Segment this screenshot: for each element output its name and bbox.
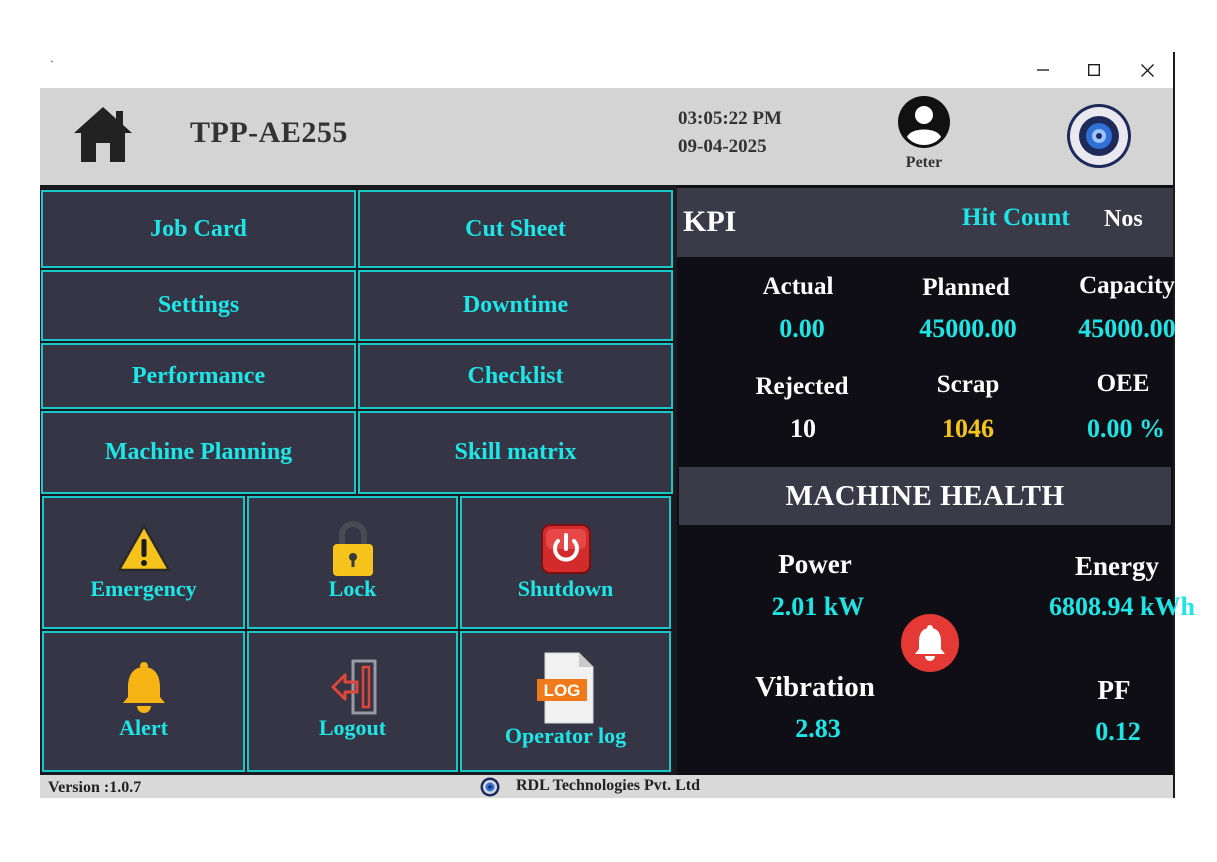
- energy-label: Energy: [1075, 551, 1159, 581]
- company-name: RDL Technologies Pvt. Ltd: [516, 777, 701, 794]
- machine-planning-button[interactable]: Machine Planning: [41, 411, 356, 494]
- kpi-panel: KPI Hit Count Nos Actual 0.00 Planned 45…: [677, 185, 1195, 775]
- power-off-icon: [540, 524, 591, 574]
- power-label: Power: [778, 549, 852, 579]
- scrap-label: Scrap: [936, 371, 1000, 398]
- user-avatar[interactable]: [897, 95, 951, 149]
- rdl-logo-icon: [1067, 104, 1131, 168]
- alarm-bell-icon[interactable]: [900, 613, 960, 673]
- kpi-unit: Nos: [1104, 206, 1143, 232]
- scrap-value: 1046: [942, 414, 994, 443]
- actual-label: Actual: [762, 273, 834, 300]
- close-button[interactable]: [1127, 56, 1167, 84]
- clock-time: 03:05:22 PM: [678, 108, 782, 129]
- operator-log-label: Operator log: [504, 723, 627, 748]
- alert-tile[interactable]: Alert: [42, 631, 245, 772]
- capacity-value: 45000.00: [1078, 314, 1176, 343]
- oee-value: 0.00 %: [1087, 414, 1165, 443]
- user-name: Peter: [905, 154, 943, 171]
- oee-label: OEE: [1096, 370, 1150, 397]
- lock-tile[interactable]: Lock: [247, 496, 458, 629]
- clock-date: 09-04-2025: [678, 136, 767, 157]
- kpi-title: KPI: [683, 205, 737, 238]
- settings-button[interactable]: Settings: [41, 270, 356, 341]
- operator-log-tile[interactable]: LOG Operator log: [460, 631, 671, 772]
- maximize-button[interactable]: [1074, 56, 1114, 84]
- capacity-label: Capacity: [1079, 272, 1175, 299]
- close-icon: [1140, 63, 1154, 77]
- user-avatar-icon: [898, 96, 950, 148]
- rejected-value: 10: [790, 414, 816, 443]
- warning-icon: [117, 524, 170, 572]
- alert-label: Alert: [119, 715, 168, 740]
- planned-value: 45000.00: [919, 314, 1017, 343]
- logout-icon: [331, 659, 376, 715]
- version-text: Version :1.0.7: [48, 779, 142, 796]
- skill-matrix-button[interactable]: Skill matrix: [358, 411, 673, 494]
- lock-icon: [332, 521, 373, 576]
- title-bar: `: [40, 52, 1173, 88]
- log-file-icon: LOG: [536, 652, 593, 724]
- bell-icon: [122, 662, 165, 713]
- pf-value: 0.12: [1095, 717, 1141, 746]
- checklist-button[interactable]: Checklist: [358, 343, 673, 409]
- home-icon: [74, 107, 132, 162]
- actual-value: 0.00: [779, 314, 825, 343]
- minimize-icon: [1037, 69, 1049, 71]
- maximize-icon: [1088, 64, 1100, 76]
- vibration-value: 2.83: [795, 714, 841, 743]
- logout-label: Logout: [318, 715, 387, 740]
- logout-tile[interactable]: Logout: [247, 631, 458, 772]
- hit-count-toggle[interactable]: Hit Count: [962, 204, 1070, 232]
- downtime-button[interactable]: Downtime: [358, 270, 673, 341]
- machine-health-header: MACHINE HEALTH: [679, 467, 1171, 525]
- main-area: Job Card Cut Sheet Settings Downtime Per…: [40, 185, 1195, 775]
- cut-sheet-button[interactable]: Cut Sheet: [358, 190, 673, 268]
- log-badge-text: LOG: [543, 681, 580, 700]
- home-button[interactable]: [72, 105, 134, 165]
- emergency-label: Emergency: [90, 576, 197, 601]
- rejected-label: Rejected: [755, 373, 849, 400]
- shutdown-label: Shutdown: [517, 576, 614, 601]
- pf-label: PF: [1097, 675, 1131, 705]
- planned-label: Planned: [922, 274, 1010, 301]
- lock-label: Lock: [328, 576, 377, 601]
- vibration-label: Vibration: [755, 671, 875, 703]
- kpi-header: KPI Hit Count Nos: [677, 188, 1173, 257]
- performance-button[interactable]: Performance: [41, 343, 356, 409]
- power-value: 2.01 kW: [771, 592, 865, 621]
- energy-value: 6808.94 kWh: [1049, 592, 1195, 621]
- job-card-button[interactable]: Job Card: [41, 190, 356, 268]
- minimize-button[interactable]: [1023, 56, 1063, 84]
- machine-id: TPP-AE255: [190, 116, 348, 149]
- app-window: ` TPP-AE255 03:05:22 PM 09-04-2025 Peter…: [40, 52, 1195, 798]
- shutdown-tile[interactable]: Shutdown: [460, 496, 671, 629]
- status-bar: Version :1.0.7 RDL Technologies Pvt. Ltd: [40, 775, 1173, 798]
- rdl-logo: [1065, 102, 1133, 170]
- app-header: TPP-AE255 03:05:22 PM 09-04-2025 Peter: [40, 88, 1173, 185]
- emergency-tile[interactable]: Emergency: [42, 496, 245, 629]
- company-logo-icon: [480, 777, 500, 797]
- window-title: `: [50, 58, 54, 72]
